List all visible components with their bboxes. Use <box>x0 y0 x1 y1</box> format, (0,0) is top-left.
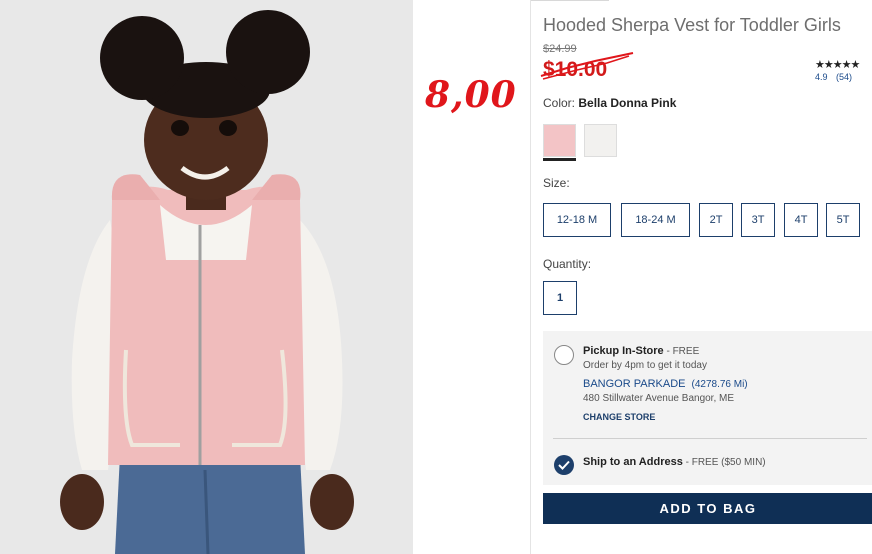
store-name: BANGOR PARKADE <box>583 378 686 390</box>
pickup-radio[interactable] <box>554 345 574 365</box>
quantity-selector[interactable]: 1 <box>543 281 577 315</box>
ship-title-row: Ship to an Address - FREE ($50 MIN) <box>583 456 766 468</box>
overlay-handwritten-price: 8,00 <box>425 74 517 116</box>
size-option-18-24m[interactable]: 18-24 M <box>621 203 690 237</box>
product-details-panel: Hooded Sherpa Vest for Toddler Girls $24… <box>530 0 872 554</box>
size-option-4t[interactable]: 4T <box>784 203 818 237</box>
selected-color-name: Bella Donna Pink <box>578 96 677 110</box>
fulfillment-options: Pickup In-Store - FREE Order by 4pm to g… <box>543 331 872 485</box>
fulfillment-divider <box>553 438 867 439</box>
swatch-bella-donna-pink[interactable] <box>543 124 576 157</box>
color-label-row: Color: Bella Donna Pink <box>543 96 676 110</box>
product-photo-illustration <box>0 0 413 554</box>
product-title: Hooded Sherpa Vest for Toddler Girls <box>543 15 841 35</box>
review-count[interactable]: (54) <box>836 72 852 82</box>
pickup-title: Pickup In-Store <box>583 345 664 357</box>
size-option-5t[interactable]: 5T <box>826 203 860 237</box>
pickup-price: - FREE <box>663 346 700 357</box>
size-label: Size: <box>543 176 570 190</box>
checkmark-icon <box>558 460 570 470</box>
store-distance: (4278.76 Mi) <box>691 379 748 390</box>
product-image[interactable] <box>0 0 413 554</box>
size-option-12-18m[interactable]: 12-18 M <box>543 203 611 237</box>
rating-score: 4.9 <box>815 72 828 82</box>
size-option-3t[interactable]: 3T <box>741 203 775 237</box>
panel-top-divider <box>531 0 609 1</box>
store-row: BANGOR PARKADE (4278.76 Mi) <box>583 378 748 390</box>
pickup-cutoff-note: Order by 4pm to get it today <box>583 360 707 371</box>
pickup-title-row: Pickup In-Store - FREE <box>583 345 699 357</box>
selected-swatch-indicator <box>543 158 576 161</box>
product-rating[interactable]: ★★★★★ 4.9 (54) <box>815 58 872 82</box>
add-to-bag-button[interactable]: ADD TO BAG <box>543 493 872 524</box>
swatch-cream[interactable] <box>584 124 617 157</box>
price-strike-scribble <box>540 52 634 80</box>
size-option-2t[interactable]: 2T <box>699 203 733 237</box>
star-rating-icon: ★★★★★ <box>815 59 860 71</box>
ship-price: - FREE ($50 MIN) <box>682 457 766 468</box>
store-address: 480 Stillwater Avenue Bangor, ME <box>583 393 735 404</box>
ship-title: Ship to an Address <box>583 456 683 468</box>
quantity-label: Quantity: <box>543 257 592 271</box>
ship-radio[interactable] <box>554 455 574 475</box>
change-store-link[interactable]: CHANGE STORE <box>583 412 655 422</box>
color-label: Color: <box>543 96 576 110</box>
